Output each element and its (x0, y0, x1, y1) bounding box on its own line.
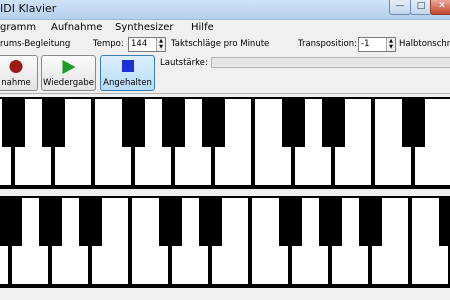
stop-label: Angehalten (103, 78, 152, 88)
volume-slider[interactable] (211, 57, 450, 68)
black-key[interactable] (279, 196, 302, 246)
black-key[interactable] (122, 97, 145, 147)
menu-programm[interactable]: gramm (0, 22, 36, 33)
record-icon (9, 60, 23, 73)
spinner-arrows-icon[interactable]: ▲ ▼ (386, 38, 395, 51)
maximize-button[interactable]: □ (410, 0, 432, 15)
title-bar: IDI Klavier — □ ✕ (0, 0, 450, 20)
play-label: Wiedergabe (42, 78, 94, 88)
black-key[interactable] (0, 196, 22, 246)
drums-checkbox-label[interactable]: rums-Begleitung (0, 39, 70, 49)
close-button[interactable]: ✕ (430, 0, 450, 15)
minimize-button[interactable]: — (389, 0, 411, 15)
stop-button[interactable]: Angehalten (100, 55, 155, 91)
record-button[interactable]: nahme (0, 55, 38, 91)
black-key[interactable] (39, 196, 62, 246)
play-icon (62, 60, 75, 74)
bottom-margin (0, 290, 450, 300)
black-key[interactable] (439, 196, 450, 246)
tempo-unit-label: Taktschläge pro Minute (171, 39, 270, 49)
black-key[interactable] (322, 97, 345, 147)
transposition-label: Transposition: (298, 39, 357, 49)
black-key[interactable] (199, 196, 222, 246)
upper-keyboard (0, 97, 450, 189)
black-key[interactable] (282, 97, 305, 147)
menu-synthesizer[interactable]: Synthesizer (115, 22, 174, 33)
black-key[interactable] (202, 97, 225, 147)
maximize-icon: □ (416, 1, 426, 11)
record-label: nahme (1, 78, 31, 88)
menu-hilfe[interactable]: Hilfe (191, 22, 214, 33)
tempo-label: Tempo: (93, 39, 124, 49)
menu-aufnahme[interactable]: Aufnahme (51, 22, 102, 33)
black-key[interactable] (162, 97, 185, 147)
black-key[interactable] (319, 196, 342, 246)
divider (0, 93, 450, 94)
black-key[interactable] (159, 196, 182, 246)
tempo-spinner[interactable]: 144 ▲ ▼ (128, 37, 166, 52)
settings-row: rums-Begleitung Tempo: 144 ▲ ▼ Taktschläg… (0, 36, 450, 53)
tempo-value: 144 (131, 39, 148, 49)
lower-keyboard (0, 196, 450, 288)
play-button[interactable]: Wiedergabe (41, 55, 96, 91)
spinner-arrows-icon[interactable]: ▲ ▼ (156, 38, 165, 51)
transposition-spinner[interactable]: -1 ▲ ▼ (358, 37, 396, 52)
black-key[interactable] (402, 97, 425, 147)
menu-bar: gramm Aufnahme Synthesizer Hilfe (0, 20, 450, 36)
minimize-icon: — (395, 1, 405, 11)
volume-label: Lautstärke: (160, 58, 208, 68)
stop-icon (121, 60, 134, 72)
black-key[interactable] (359, 196, 382, 246)
transposition-value: -1 (361, 39, 370, 49)
black-key[interactable] (2, 97, 25, 147)
black-key[interactable] (42, 97, 65, 147)
close-icon: ✕ (438, 1, 446, 11)
black-key[interactable] (79, 196, 102, 246)
transposition-unit-label: Halbtonschrit (399, 39, 450, 49)
window-title: IDI Klavier (0, 2, 57, 15)
